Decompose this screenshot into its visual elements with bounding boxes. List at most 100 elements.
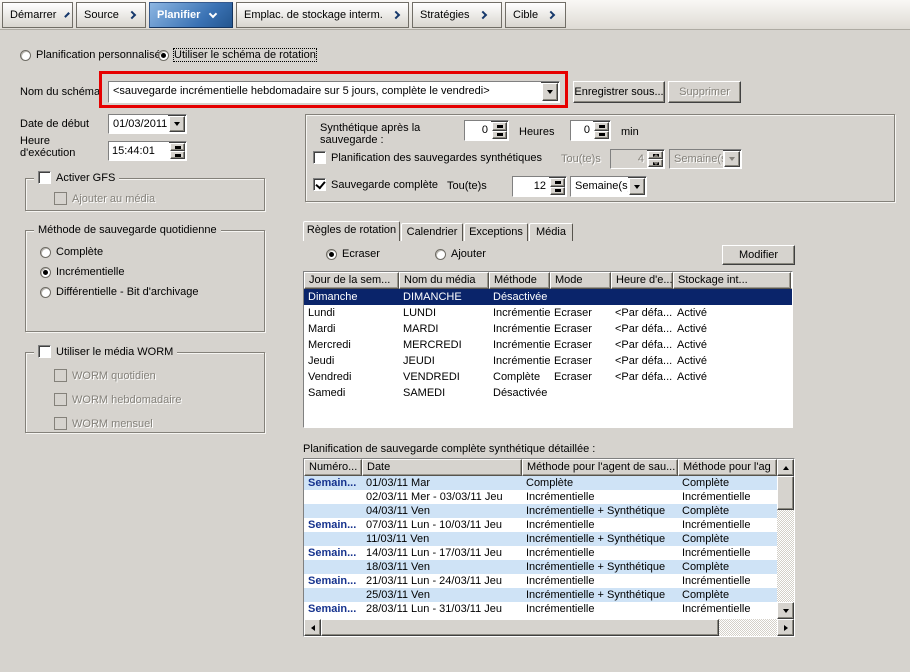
- dropdown-button[interactable]: [629, 178, 645, 195]
- column-header[interactable]: Jour de la sem...: [304, 272, 399, 289]
- detail-row[interactable]: Semain... 21/03/11 Lun - 24/03/11 Jeu In…: [304, 574, 777, 588]
- detail-schedule-table: Numéro... Date Méthode pour l'agent de s…: [303, 458, 795, 637]
- synthetic-plan-label: Planification des sauvegardes synthétiqu…: [331, 151, 542, 164]
- column-header[interactable]: Méthode: [489, 272, 550, 289]
- scroll-up-button[interactable]: [777, 459, 794, 476]
- detail-row[interactable]: 25/03/11 Ven Incrémentielle + Synthétiqu…: [304, 588, 777, 602]
- append-radio[interactable]: Ajouter: [435, 248, 486, 260]
- scrollbar-thumb[interactable]: [777, 476, 794, 510]
- method-cell: Incrémentielle: [526, 575, 595, 587]
- column-header[interactable]: Méthode pour l'agent de sau...: [522, 459, 678, 476]
- vertical-scrollbar[interactable]: [777, 459, 794, 619]
- worm-enable-checkbox[interactable]: Utiliser le média WORM: [34, 345, 178, 358]
- method-incremental-radio[interactable]: Incrémentielle: [40, 266, 124, 278]
- spinner-down-button[interactable]: [170, 151, 185, 159]
- column-header[interactable]: Mode: [550, 272, 611, 289]
- worm-daily-label: WORM quotidien: [72, 369, 156, 382]
- cell: Désactivée: [493, 291, 548, 303]
- cell: Activé: [677, 323, 707, 335]
- detail-row[interactable]: Semain... 07/03/11 Lun - 10/03/11 Jeu In…: [304, 518, 777, 532]
- spinner-down-button: [648, 159, 663, 167]
- gfs-enable-checkbox[interactable]: Activer GFS: [34, 171, 120, 184]
- tab-label: Cible: [513, 9, 539, 21]
- plan-every-spinner: 4: [610, 149, 665, 169]
- scrollbar-track[interactable]: [719, 619, 777, 636]
- detail-row[interactable]: 04/03/11 Ven Incrémentielle + Synthétiqu…: [304, 504, 777, 518]
- tab-label: Source: [84, 9, 119, 21]
- spinner-up-button[interactable]: [594, 122, 609, 131]
- tab-regles-de-rotation[interactable]: Règles de rotation: [303, 221, 400, 241]
- spinner-up-button[interactable]: [550, 178, 565, 187]
- method2-cell: Complète: [682, 505, 730, 517]
- scroll-down-button[interactable]: [777, 602, 794, 619]
- full-backup-checkbox[interactable]: Sauvegarde complète: [313, 178, 438, 191]
- wizard-tab-cible[interactable]: Cible: [505, 2, 566, 28]
- synthetic-minutes-spinner[interactable]: 0: [570, 120, 611, 141]
- schema-name-label: Nom du schéma: [20, 86, 101, 98]
- scrollbar-thumb[interactable]: [321, 619, 719, 636]
- scroll-down-icon: [782, 608, 789, 613]
- column-header[interactable]: Numéro...: [304, 459, 362, 476]
- method-differential-radio[interactable]: Différentielle - Bit d'archivage: [40, 286, 199, 298]
- dropdown-button[interactable]: [169, 116, 185, 132]
- column-header[interactable]: Heure d'e...: [611, 272, 673, 289]
- schema-name-select[interactable]: <sauvegarde incrémentielle hebdomadaire …: [108, 81, 560, 103]
- modify-button[interactable]: Modifier: [722, 245, 795, 265]
- spinner-up-button[interactable]: [170, 143, 185, 151]
- detail-row[interactable]: 02/03/11 Mer - 03/03/11 Jeu Incrémentiel…: [304, 490, 777, 504]
- wizard-tab-emplacement[interactable]: Emplac. de stockage interm.: [236, 2, 409, 28]
- tab-media[interactable]: Média: [529, 223, 573, 241]
- spinner-up-button[interactable]: [492, 122, 507, 131]
- spinner-down-button[interactable]: [550, 186, 565, 195]
- wizard-tab-demarrer[interactable]: Démarrer: [2, 2, 73, 28]
- delete-button: Supprimer: [668, 81, 741, 103]
- synthetic-plan-checkbox[interactable]: Planification des sauvegardes synthétiqu…: [313, 151, 542, 164]
- week-cell: Semain...: [308, 519, 357, 531]
- column-header[interactable]: Nom du média: [399, 272, 489, 289]
- wizard-tab-strategies[interactable]: Stratégies: [412, 2, 502, 28]
- scroll-right-button[interactable]: [777, 619, 794, 636]
- spinner-down-button[interactable]: [594, 130, 609, 139]
- rotation-row-mardi[interactable]: Mardi MARDI Incrémentielle Ecraser <Par …: [304, 321, 792, 337]
- rotation-row-samedi[interactable]: Samedi SAMEDI Désactivée: [304, 385, 792, 401]
- rotation-plan-radio[interactable]: Utiliser le schéma de rotation: [158, 48, 317, 62]
- start-date-field[interactable]: 01/03/2011: [108, 114, 187, 134]
- rotation-row-vendredi[interactable]: Vendredi VENDREDI Complète Ecraser <Par …: [304, 369, 792, 385]
- column-header[interactable]: Stockage int...: [673, 272, 791, 289]
- overwrite-radio[interactable]: Ecraser: [326, 248, 380, 260]
- detail-row[interactable]: 18/03/11 Ven Incrémentielle + Synthétiqu…: [304, 560, 777, 574]
- spinner-down-icon: [598, 133, 605, 137]
- full-unit-select[interactable]: Semaine(s): [570, 176, 647, 197]
- detail-row[interactable]: Semain... 01/03/11 Mar Complète Complète: [304, 476, 777, 490]
- method-cell: Incrémentielle + Synthétique: [526, 561, 666, 573]
- custom-plan-radio[interactable]: Planification personnalisée: [20, 49, 167, 61]
- rotation-row-mercredi[interactable]: Mercredi MERCREDI Incrémentielle Ecraser…: [304, 337, 792, 353]
- method-cell: Incrémentielle: [526, 603, 595, 615]
- rotation-row-lundi[interactable]: Lundi LUNDI Incrémentielle Ecraser <Par …: [304, 305, 792, 321]
- daily-method-title: Méthode de sauvegarde quotidienne: [34, 224, 221, 236]
- wizard-tab-planifier[interactable]: Planifier: [149, 2, 233, 28]
- dropdown-button[interactable]: [542, 83, 558, 101]
- synthetic-hours-spinner[interactable]: 0: [464, 120, 509, 141]
- exec-time-field[interactable]: 15:44:01: [108, 141, 187, 161]
- horizontal-scrollbar[interactable]: [304, 619, 794, 636]
- column-header[interactable]: Méthode pour l'ag: [678, 459, 777, 476]
- tab-exceptions[interactable]: Exceptions: [464, 223, 528, 241]
- detail-row[interactable]: Semain... 28/03/11 Lun - 31/03/11 Jeu In…: [304, 602, 777, 616]
- scroll-left-button[interactable]: [304, 619, 321, 636]
- wizard-tab-source[interactable]: Source: [76, 2, 146, 28]
- rotation-row-jeudi[interactable]: Jeudi JEUDI Incrémentielle Ecraser <Par …: [304, 353, 792, 369]
- detail-row[interactable]: 11/03/11 Ven Incrémentielle + Synthétiqu…: [304, 532, 777, 546]
- cell: Mercredi: [308, 339, 351, 351]
- scrollbar-track[interactable]: [777, 510, 794, 602]
- spinner-down-button[interactable]: [492, 130, 507, 139]
- tab-label: Démarrer: [10, 9, 57, 21]
- table-empty-area: [304, 401, 792, 427]
- column-header[interactable]: Date: [362, 459, 522, 476]
- rotation-row-dimanche[interactable]: Dimanche DIMANCHE Désactivée: [304, 289, 792, 305]
- tab-calendrier[interactable]: Calendrier: [401, 223, 463, 241]
- method-complete-radio[interactable]: Complète: [40, 246, 103, 258]
- detail-row[interactable]: Semain... 14/03/11 Lun - 17/03/11 Jeu In…: [304, 546, 777, 560]
- full-every-spinner[interactable]: 12: [512, 176, 567, 197]
- save-as-button[interactable]: Enregistrer sous...: [573, 81, 665, 103]
